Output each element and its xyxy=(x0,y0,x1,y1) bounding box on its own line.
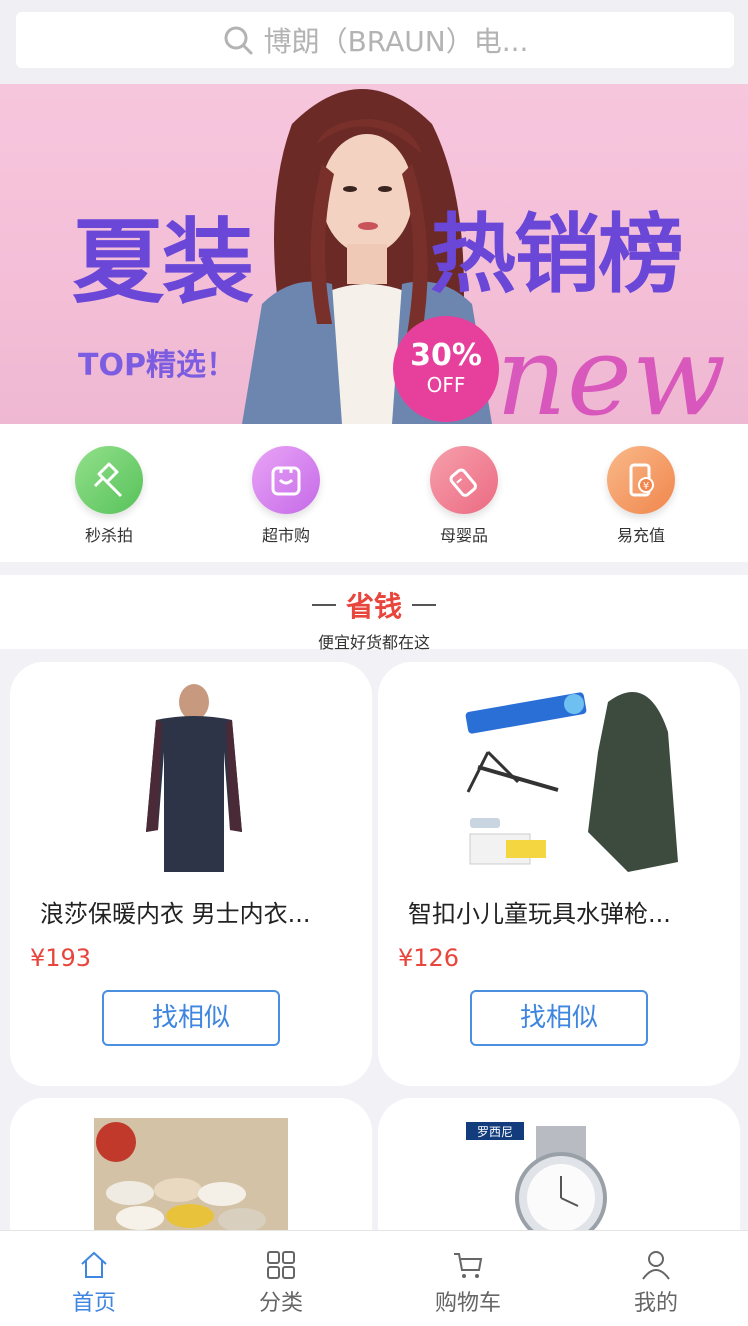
brand-logo-text: 罗西尼 xyxy=(477,1125,513,1139)
banner-title-right: 热销榜 xyxy=(430,205,684,305)
tab-cart[interactable]: 购物车 xyxy=(408,1249,528,1317)
hammer-icon xyxy=(75,446,143,514)
quick-item-label: 秒杀拍 xyxy=(84,526,133,545)
quick-item-recharge[interactable]: ¥ 易充值 xyxy=(581,446,701,546)
product-name: 智扣小儿童玩具水弹枪... xyxy=(408,900,671,928)
search-placeholder: 博朗（BRAUN）电... xyxy=(263,25,529,58)
tab-category[interactable]: 分类 xyxy=(221,1249,341,1317)
home-icon xyxy=(81,1251,107,1278)
cart-icon xyxy=(454,1253,483,1278)
divider xyxy=(311,604,336,606)
banner-title-left: 夏装 xyxy=(72,209,254,316)
tab-profile[interactable]: 我的 xyxy=(596,1249,716,1317)
discount-badge: 30% OFF xyxy=(393,316,499,422)
baby-bottle-icon xyxy=(430,446,498,514)
divider xyxy=(412,604,436,606)
bottom-tab-bar: 首页 分类 购物车 我的 xyxy=(0,1230,748,1326)
store-icon xyxy=(252,446,320,514)
tab-label: 我的 xyxy=(633,1291,678,1316)
quick-item-label: 易充值 xyxy=(616,526,665,545)
quick-item-baby[interactable]: 母婴品 xyxy=(404,446,524,546)
section-title: 省钱 xyxy=(345,590,402,623)
tab-label: 购物车 xyxy=(434,1291,501,1316)
tab-label: 首页 xyxy=(71,1291,116,1316)
product-image xyxy=(10,662,372,892)
top-bar: 博朗（BRAUN）电... xyxy=(0,0,748,84)
quick-item-label: 超市购 xyxy=(261,526,310,545)
tab-label: 分类 xyxy=(258,1291,303,1316)
quick-item-supermarket[interactable]: 超市购 xyxy=(226,446,346,546)
search-icon xyxy=(224,26,253,55)
phone-recharge-icon: ¥ xyxy=(607,446,675,514)
tab-home[interactable]: 首页 xyxy=(34,1249,154,1317)
user-icon xyxy=(642,1251,670,1280)
promo-banner[interactable]: 夏装 热销榜 TOP精选！ 30% OFF new xyxy=(0,84,748,424)
find-similar-button[interactable]: 找相似 xyxy=(102,990,280,1046)
product-card[interactable]: 浪莎保暖内衣 男士内衣... ¥193 找相似 xyxy=(10,662,372,1086)
quick-menu: 秒杀拍 超市购 母婴品 ¥ 易充值 xyxy=(0,424,748,562)
quick-item-flash-sale[interactable]: 秒杀拍 xyxy=(49,446,169,546)
discount-percent: 30% xyxy=(410,338,482,373)
product-name: 浪莎保暖内衣 男士内衣... xyxy=(40,900,311,928)
product-image xyxy=(378,662,740,892)
quick-item-label: 母婴品 xyxy=(439,526,488,545)
section-subtitle: 便宜好货都在这 xyxy=(317,633,430,652)
banner-script-text: new xyxy=(496,312,727,424)
svg-text:¥: ¥ xyxy=(643,481,649,492)
grid-icon xyxy=(267,1251,295,1279)
product-card[interactable]: 智扣小儿童玩具水弹枪... ¥126 找相似 xyxy=(378,662,740,1086)
discount-label: OFF xyxy=(426,373,466,397)
search-input[interactable]: 博朗（BRAUN）电... xyxy=(16,12,734,68)
find-similar-button[interactable]: 找相似 xyxy=(470,990,648,1046)
section-header: 省钱 便宜好货都在这 xyxy=(0,575,748,652)
banner-tagline: TOP精选！ xyxy=(78,348,236,383)
product-price: ¥193 xyxy=(30,944,92,972)
product-price: ¥126 xyxy=(398,944,460,972)
